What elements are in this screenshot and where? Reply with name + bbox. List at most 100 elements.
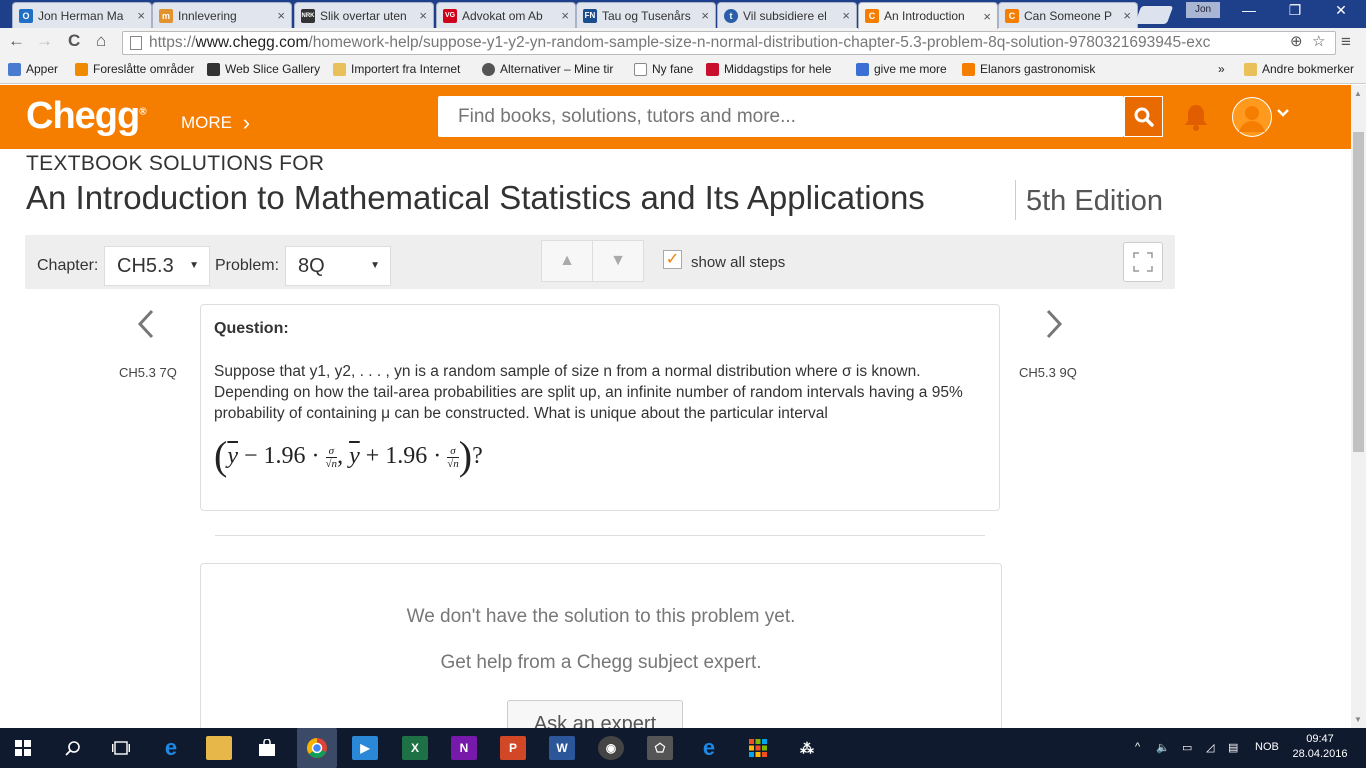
browser-tab[interactable]: t Vil subsidiere el × [717,2,857,28]
file-explorer-icon[interactable] [206,736,232,760]
more-menu-button[interactable]: MORE › [181,110,250,136]
close-tab-icon[interactable]: × [137,8,145,23]
previous-problem-link[interactable]: CH5.3 7Q [119,365,177,380]
battery-icon[interactable]: ▭ [1182,741,1192,754]
browser-tab[interactable]: VG Advokat om Ab × [436,2,576,28]
bell-icon[interactable] [1181,102,1211,132]
excel-icon[interactable]: X [402,736,428,760]
forward-arrow-icon[interactable]: → [36,31,53,51]
close-tab-icon[interactable]: × [983,9,991,24]
bookmark-item[interactable]: Alternativer – Mine tir [482,62,613,76]
bookmark-folder[interactable]: Importert fra Internet [333,62,460,76]
close-tab-icon[interactable]: × [561,8,569,23]
apps-grid-icon[interactable] [745,736,771,760]
browser-tab[interactable]: NRK Slik overtar uten × [294,2,434,28]
page-icon [634,62,647,76]
camera-app-icon[interactable]: ◉ [598,736,624,760]
bookmarks-overflow-icon[interactable]: » [1218,62,1225,76]
reload-icon[interactable]: C [68,31,80,51]
powerpoint-icon[interactable]: P [500,736,526,760]
chrome-menu-icon[interactable]: ≡ [1341,32,1351,52]
internet-explorer-icon[interactable]: e [696,735,722,760]
close-tab-icon[interactable]: × [842,8,850,23]
chrome-app-icon[interactable] [297,728,337,768]
geogebra-icon[interactable]: ⬠ [647,736,673,760]
notification-icon[interactable]: ▤ [1228,741,1238,754]
store-icon[interactable] [254,736,280,760]
task-view-icon[interactable] [108,736,134,760]
profile-chip[interactable]: Jon [1186,2,1220,18]
page-icon [130,36,142,50]
page-scrollbar[interactable]: ▲ ▼ [1351,85,1366,728]
bookmark-item[interactable]: Elanors gastronomisk [962,62,1095,76]
volume-icon[interactable]: 🔈 [1156,741,1170,754]
chapter-select[interactable]: CH5.3 ▼ [104,246,210,286]
bookmark-item[interactable]: give me more [856,62,947,76]
close-tab-icon[interactable]: × [419,8,427,23]
formula-sigma: σ [325,445,338,458]
media-player-icon[interactable]: ▶ [352,736,378,760]
search-input[interactable] [438,96,1124,137]
new-tab-button[interactable] [1134,6,1174,24]
nrk-favicon-icon: NRK [301,8,315,23]
next-step-button[interactable]: ▼ [592,240,644,282]
problem-select[interactable]: 8Q ▼ [285,246,391,286]
tidal-icon[interactable]: ⁂ [794,736,820,760]
scroll-up-icon[interactable]: ▲ [1354,89,1362,98]
browser-tab[interactable]: m Innlevering × [152,2,292,28]
tray-overflow-icon[interactable]: ^ [1135,741,1140,753]
user-avatar-icon[interactable] [1232,97,1272,137]
bookmark-item[interactable]: Middagstips for hele [706,62,831,76]
search-icon[interactable] [60,736,86,760]
bookmark-item[interactable]: Web Slice Gallery [207,62,320,76]
formula-fraction: σ √n [447,445,459,470]
previous-problem-chevron-icon[interactable] [136,307,156,350]
tu-favicon-icon: t [724,8,738,23]
bookmark-apps[interactable]: Apper [8,62,58,76]
bookmark-item[interactable]: Foreslåtte områder [75,62,194,76]
onenote-icon[interactable]: N [451,736,477,760]
folder-icon [333,62,346,76]
bookmark-item[interactable]: Ny fane [634,62,693,76]
browser-tab[interactable]: O Jon Herman Ma × [12,2,152,28]
close-window-icon[interactable]: ✕ [1318,2,1364,19]
close-tab-icon[interactable]: × [701,8,709,23]
scrollbar-thumb[interactable] [1353,132,1364,452]
zoom-icon[interactable]: ⊕ [1290,32,1303,50]
previous-step-button[interactable]: ▲ [541,240,593,282]
clock-date: 28.04.2016 [1292,748,1348,760]
edge-browser-icon[interactable]: e [158,735,184,760]
ask-expert-button[interactable]: Ask an expert [507,700,683,728]
chegg-logo[interactable]: Chegg® [26,95,147,138]
search-icon[interactable] [1124,96,1163,137]
suggested-sites-icon [75,62,88,76]
bookmark-label: Foreslåtte områder [93,62,195,76]
browser-tab[interactable]: C Can Someone P × [998,2,1138,28]
chevron-right-icon: › [242,110,251,135]
browser-tab-active[interactable]: C An Introduction × [858,2,998,29]
show-all-steps-checkbox[interactable]: ✓ [663,250,682,269]
wifi-icon[interactable]: ◿ [1206,741,1214,754]
restore-icon[interactable]: ❐ [1272,2,1318,19]
close-tab-icon[interactable]: × [1123,8,1131,23]
expand-icon[interactable] [1123,242,1163,282]
other-bookmarks[interactable]: Andre bokmerker [1244,62,1354,76]
close-tab-icon[interactable]: × [277,8,285,23]
scroll-down-icon[interactable]: ▼ [1354,715,1362,724]
language-indicator[interactable]: NOB [1255,741,1279,753]
browser-tab[interactable]: FN Tau og Tusenårs × [576,2,716,28]
next-problem-link[interactable]: CH5.3 9Q [1019,365,1077,380]
folder-icon [1244,62,1257,76]
home-icon[interactable]: ⌂ [96,31,106,51]
word-icon[interactable]: W [549,736,575,760]
bookmark-star-icon[interactable]: ☆ [1312,32,1325,50]
windows-start-icon[interactable] [10,736,36,760]
web-slice-icon [207,62,220,76]
chevron-down-icon[interactable] [1276,105,1290,123]
next-problem-chevron-icon[interactable] [1044,307,1064,350]
url-input[interactable]: https://www.chegg.com/homework-help/supp… [122,31,1336,55]
bookmark-label: Andre bokmerker [1262,62,1355,76]
back-arrow-icon[interactable]: ← [8,31,25,51]
minimize-icon[interactable]: — [1226,2,1272,18]
taskbar-clock[interactable]: 09:47 28.04.2016 [1290,732,1350,762]
